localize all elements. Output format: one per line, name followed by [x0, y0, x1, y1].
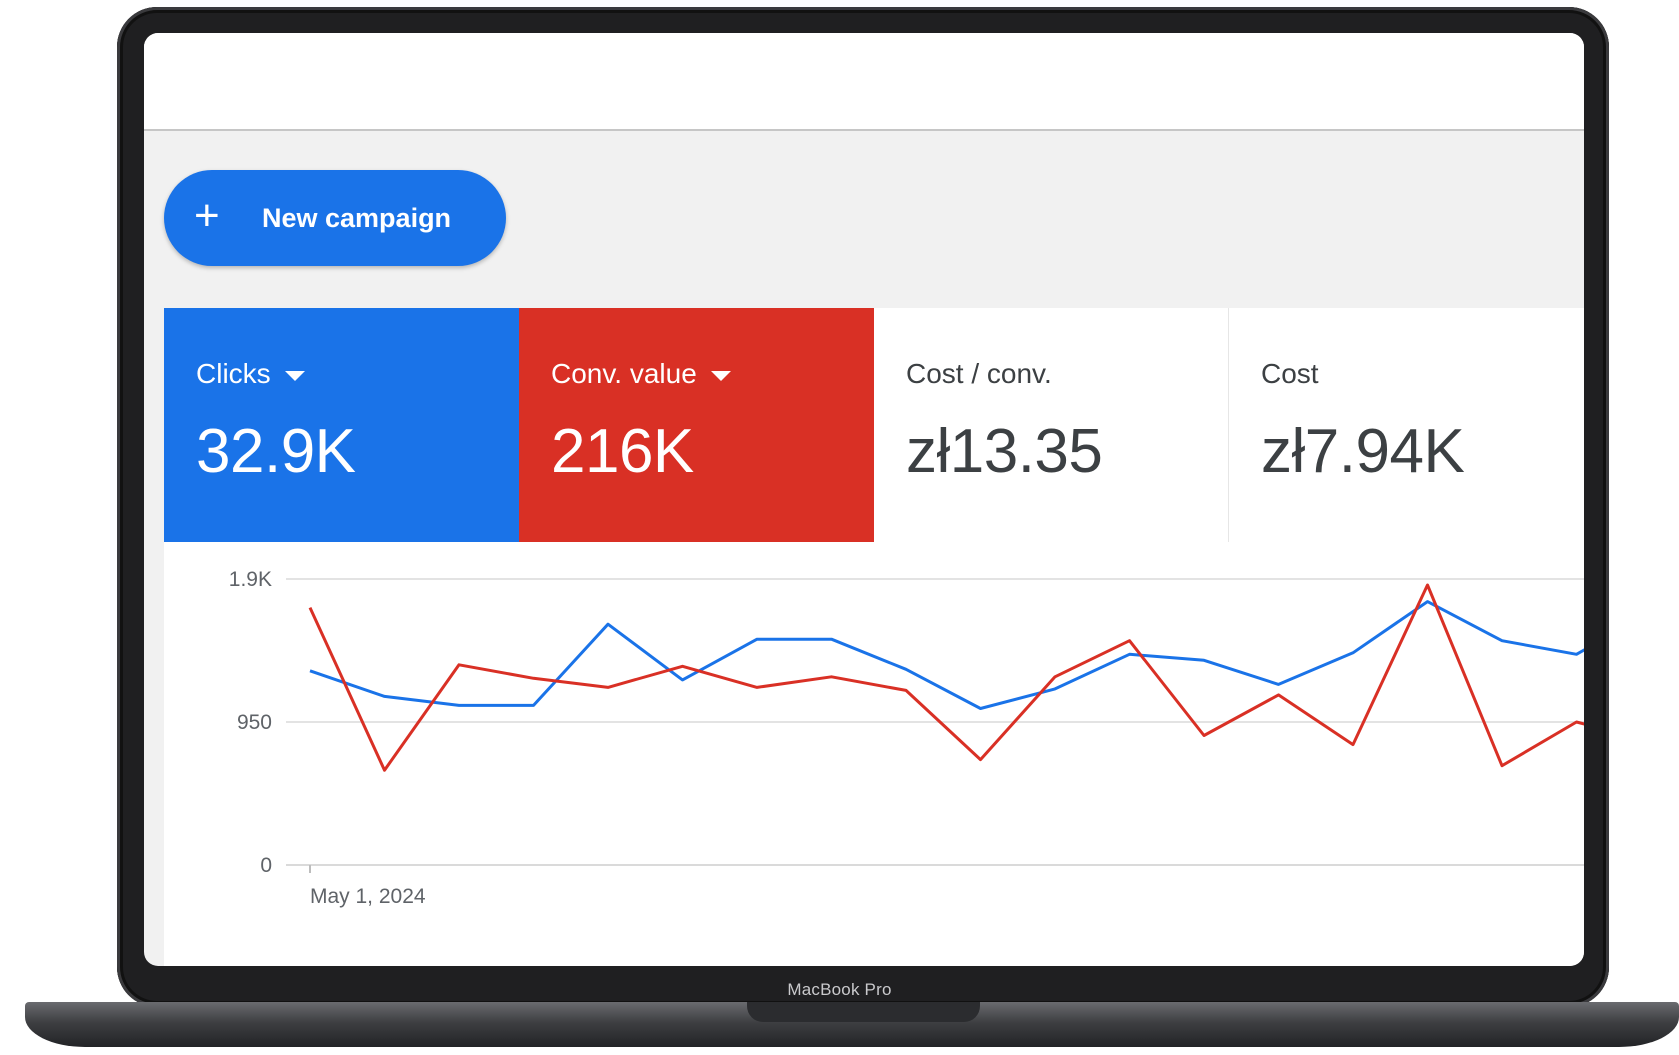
scorecard-value: zł13.35: [905, 417, 1103, 486]
y-tick-label: 1.9K: [229, 568, 272, 591]
y-tick-label: 950: [237, 711, 272, 734]
x-tick-label: May 1, 2024: [310, 885, 426, 908]
performance-chart: 1.9K 950 0 May 1, 2024: [164, 542, 1584, 966]
dropdown-caret-icon[interactable]: [284, 371, 305, 381]
scorecard-title: Cost / conv.: [905, 358, 1052, 389]
plus-icon: +: [194, 191, 220, 240]
series-line-clicks: [309, 600, 1584, 710]
line-chart-svg: 1.9K 950 0 May 1, 2024: [229, 568, 1584, 908]
scorecard-title: Cost: [1261, 358, 1319, 389]
scorecards: Clicks 32.9K Conv. value 216K Cost / con…: [164, 308, 1584, 542]
scorecard-cost[interactable]: Cost zł7.94K: [1229, 308, 1584, 542]
top-bar: [144, 33, 1584, 131]
scorecard-value: zł7.94K: [1261, 417, 1465, 486]
scorecard-cost-per-conv[interactable]: Cost / conv. zł13.35: [873, 308, 1229, 542]
scorecard-conv-value[interactable]: Conv. value 216K: [518, 308, 874, 542]
scorecard-value: 32.9K: [196, 417, 356, 486]
screen: + New campaign Clicks 32.9K Conv. value …: [144, 33, 1584, 966]
scorecard-value: 216K: [550, 417, 694, 486]
device-label: MacBook Pro: [787, 980, 892, 999]
scorecard-clicks[interactable]: Clicks 32.9K: [164, 308, 519, 542]
dropdown-caret-icon[interactable]: [710, 371, 731, 381]
scorecard-title: Clicks: [196, 358, 271, 389]
y-tick-label: 0: [260, 854, 272, 877]
scorecard-title: Conv. value: [550, 358, 697, 389]
new-campaign-label: New campaign: [262, 202, 452, 233]
laptop-notch: [747, 1002, 980, 1022]
series-line-conv-value: [308, 583, 1584, 772]
new-campaign-button[interactable]: + New campaign: [164, 170, 506, 266]
